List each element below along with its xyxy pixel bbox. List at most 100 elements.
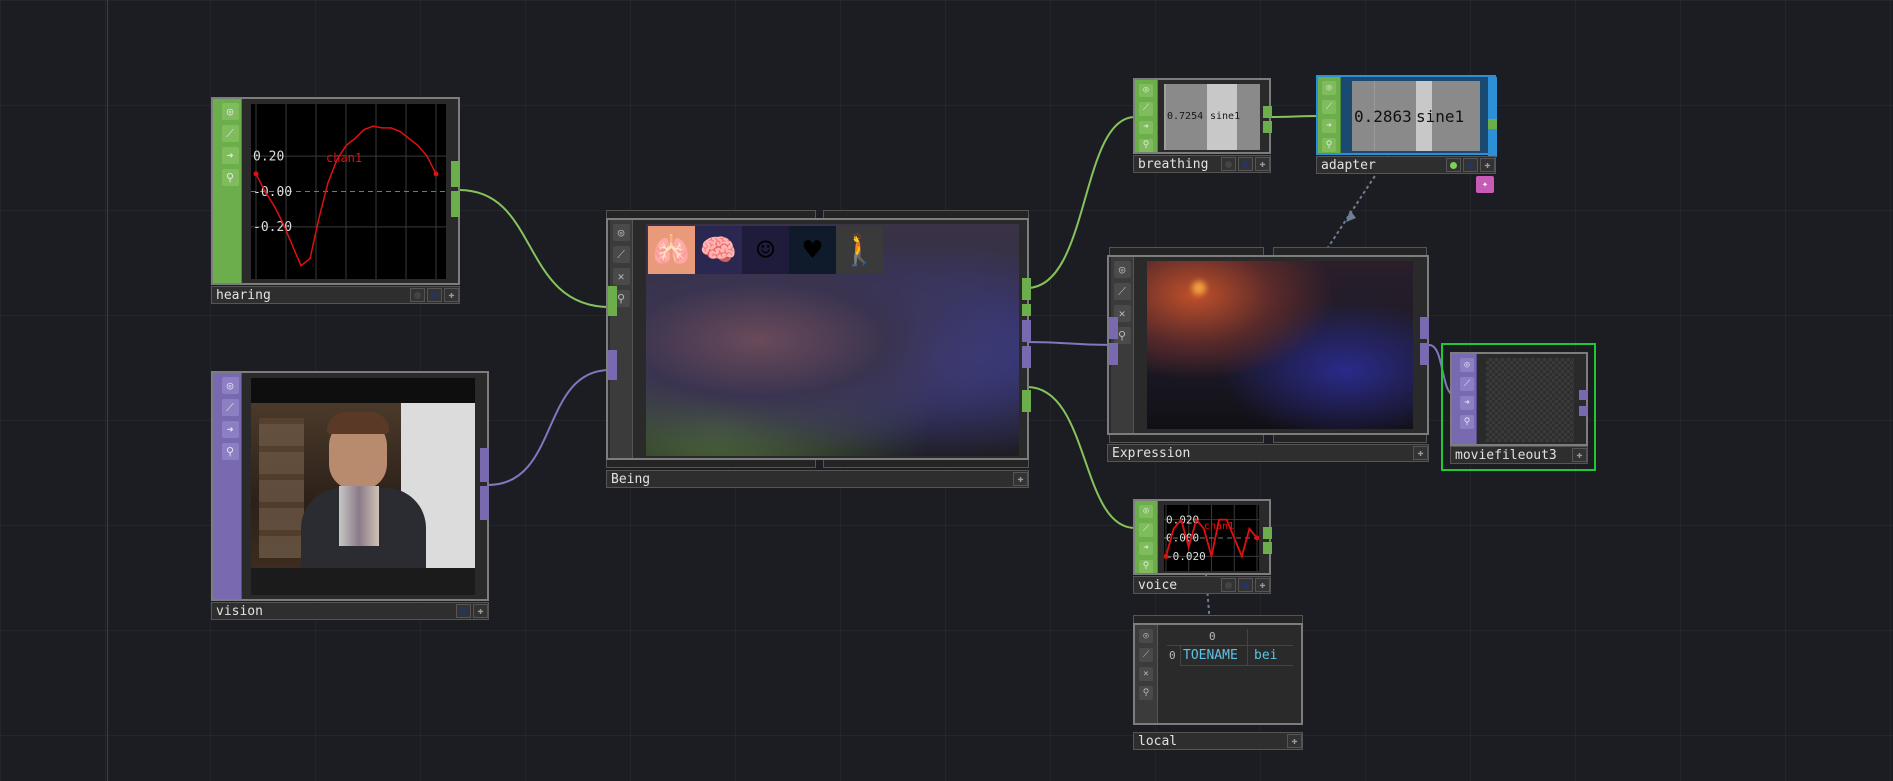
add-icon[interactable]: ✚	[1013, 472, 1028, 486]
node-being[interactable]: ◎ ⟋ ✕ ⚲ 🫁 🧠 ☺ ♥ 🚶 Being ✚	[606, 210, 1031, 488]
output-connector[interactable]	[1263, 542, 1272, 554]
output-connector[interactable]	[1488, 119, 1497, 129]
output-connector[interactable]	[1263, 121, 1272, 133]
arrow-right-icon[interactable]: ➜	[221, 147, 239, 164]
node-toolbar: ◎ ⟋ ➜ ⚲	[219, 373, 242, 599]
viewer-flag[interactable]	[410, 288, 425, 302]
viewer-active-icon[interactable]: ◎	[1322, 81, 1336, 95]
add-icon[interactable]: ✚	[473, 604, 488, 618]
bypass-icon[interactable]: ⟋	[221, 399, 239, 416]
add-icon[interactable]: ✚	[1287, 734, 1302, 748]
viewer-flag[interactable]	[1446, 158, 1461, 172]
output-connector[interactable]	[1420, 317, 1429, 339]
smiley-icon: ☺	[742, 226, 789, 274]
lungs-icon: 🫁	[648, 226, 695, 274]
input-connector[interactable]	[1109, 343, 1118, 365]
add-icon[interactable]: ✚	[1255, 578, 1270, 592]
add-icon[interactable]: ✚	[1413, 446, 1428, 460]
input-connector[interactable]	[1109, 317, 1118, 339]
viewer-active-icon[interactable]: ◎	[1460, 358, 1474, 372]
arrow-right-icon[interactable]: ➜	[1139, 120, 1153, 134]
output-connector[interactable]	[1022, 390, 1031, 412]
node-name[interactable]: Expression	[1108, 446, 1411, 461]
bypass-icon[interactable]: ⟋	[1139, 523, 1153, 537]
node-adapter[interactable]: ◎ ⟋ ➜ ⚲ 0.2863 sine1 adapter ✚ ✦	[1316, 75, 1498, 195]
display-flag[interactable]	[427, 288, 442, 302]
expression-preview	[1147, 261, 1413, 429]
display-flag[interactable]	[1238, 157, 1253, 171]
node-name[interactable]: voice	[1134, 578, 1219, 593]
output-connector[interactable]	[1579, 390, 1588, 400]
display-flag[interactable]	[1463, 158, 1478, 172]
input-connector[interactable]	[608, 286, 617, 316]
viewer-flag[interactable]	[1221, 157, 1236, 171]
node-vision[interactable]: ◎ ⟋ ➜ ⚲ vision ✚	[211, 371, 489, 621]
table-cell: bei	[1254, 648, 1278, 663]
display-flag[interactable]	[1238, 578, 1253, 592]
output-connector[interactable]	[451, 161, 460, 187]
node-hearing[interactable]: ◎ ⟋ ➜ ⚲ 0.20 -0.00 -0.20 chan1 hearing ✚	[211, 97, 460, 305]
node-name[interactable]: hearing	[212, 288, 408, 303]
input-connector[interactable]	[608, 350, 617, 380]
close-icon[interactable]: ✕	[1139, 667, 1153, 681]
lock-icon[interactable]: ⚲	[1139, 138, 1153, 152]
bypass-icon[interactable]: ⟋	[221, 125, 239, 142]
viewer-active-icon[interactable]: ◎	[1139, 505, 1153, 519]
output-connector[interactable]	[1263, 527, 1272, 539]
output-connector[interactable]	[1420, 343, 1429, 365]
add-icon[interactable]: ✚	[1572, 448, 1587, 462]
display-flag[interactable]	[456, 604, 471, 618]
node-breathing[interactable]: ◎ ⟋ ➜ ⚲ 0.7254 sine1 breathing ✚	[1133, 78, 1272, 176]
bypass-icon[interactable]: ⟋	[1139, 648, 1153, 662]
output-connector[interactable]	[451, 191, 460, 217]
lock-icon[interactable]: ⚲	[1460, 415, 1474, 429]
bypass-icon[interactable]: ⟋	[612, 246, 630, 263]
arrow-right-icon[interactable]: ➜	[221, 421, 239, 438]
add-icon[interactable]: ✚	[1255, 157, 1270, 171]
lock-icon[interactable]: ⚲	[221, 169, 239, 186]
output-connector[interactable]	[1022, 278, 1031, 300]
lock-icon[interactable]: ⚲	[1139, 686, 1153, 700]
bypass-icon[interactable]: ⟋	[1139, 102, 1153, 116]
node-name[interactable]: adapter	[1317, 158, 1444, 173]
viewer-active-icon[interactable]: ◎	[1139, 629, 1153, 643]
node-name[interactable]: vision	[212, 604, 454, 619]
viewer-active-icon[interactable]: ◎	[221, 103, 239, 120]
node-voice[interactable]: ◎ ⟋ ➜ ⚲ 0.020 0.000 -0.020 chan1 voice ✚	[1133, 499, 1272, 595]
chop-viewer: 0.020 0.000 -0.020 chan1	[1164, 505, 1259, 571]
output-connector[interactable]	[1579, 406, 1588, 416]
figure-icon: 🚶	[836, 226, 883, 274]
arrow-right-icon[interactable]: ➜	[1322, 119, 1336, 133]
output-connector[interactable]	[1022, 346, 1031, 368]
output-connector[interactable]	[480, 448, 489, 482]
close-icon[interactable]: ✕	[612, 268, 630, 285]
node-expression[interactable]: ◎ ⟋ ✕ ⚲ Expression ✚	[1107, 247, 1429, 463]
output-connector[interactable]	[1022, 304, 1031, 316]
add-icon[interactable]: ✚	[1480, 158, 1495, 172]
node-moviefileout[interactable]: ◎ ⟋ ➜ ⚲ moviefileout3 ✚	[1441, 343, 1596, 471]
bypass-icon[interactable]: ⟋	[1460, 377, 1474, 391]
output-connector[interactable]	[480, 486, 489, 520]
output-connector[interactable]	[1263, 106, 1272, 118]
node-name[interactable]: Being	[607, 472, 1011, 487]
script-icon[interactable]: ✦	[1476, 176, 1494, 193]
output-connector[interactable]	[1022, 320, 1031, 342]
viewer-active-icon[interactable]: ◎	[612, 224, 630, 241]
viewer-active-icon[interactable]: ◎	[1139, 84, 1153, 98]
lock-icon[interactable]: ⚲	[1139, 559, 1153, 573]
viewer-active-icon[interactable]: ◎	[221, 377, 239, 394]
node-name[interactable]: moviefileout3	[1451, 448, 1570, 463]
arrow-right-icon[interactable]: ➜	[1460, 396, 1474, 410]
lock-icon[interactable]: ⚲	[1322, 138, 1336, 152]
viewer-flag[interactable]	[1221, 578, 1236, 592]
node-local[interactable]: ◎ ⟋ ✕ ⚲ 0 0 TOENAME bei local ✚	[1133, 615, 1303, 753]
bypass-icon[interactable]: ⟋	[1322, 100, 1336, 114]
node-name[interactable]: breathing	[1134, 157, 1219, 172]
add-icon[interactable]: ✚	[444, 288, 459, 302]
output-connector[interactable]	[1488, 77, 1497, 157]
viewer-active-icon[interactable]: ◎	[1113, 261, 1131, 278]
bypass-icon[interactable]: ⟋	[1113, 283, 1131, 300]
node-name[interactable]: local	[1134, 734, 1285, 749]
lock-icon[interactable]: ⚲	[221, 443, 239, 460]
arrow-right-icon[interactable]: ➜	[1139, 541, 1153, 555]
